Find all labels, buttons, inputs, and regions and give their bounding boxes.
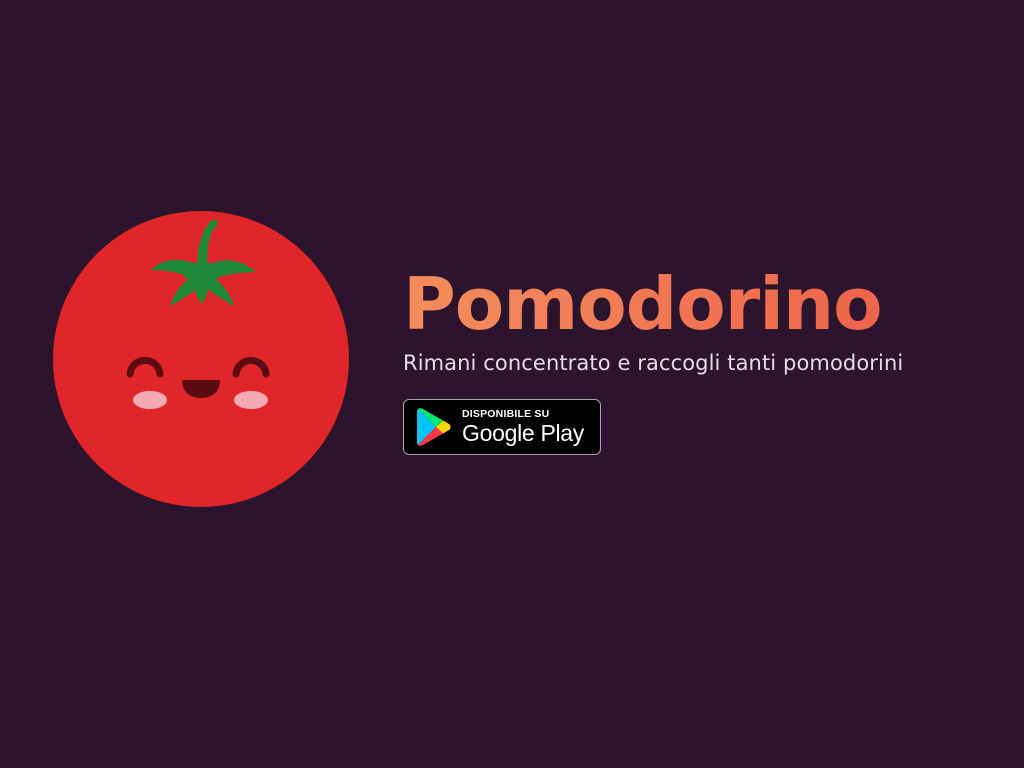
google-play-badge-button[interactable]: DISPONIBILE SU Google Play <box>403 399 601 455</box>
google-play-icon <box>417 408 451 446</box>
badge-text: DISPONIBILE SU Google Play <box>462 408 584 446</box>
hero-section: Pomodorino Rimani concentrato e raccogli… <box>403 262 1003 455</box>
left-cheek <box>133 391 167 409</box>
right-cheek <box>234 391 268 409</box>
app-tagline: Rimani concentrato e raccogli tanti pomo… <box>403 351 904 375</box>
badge-store-name: Google Play <box>462 420 584 446</box>
app-title: Pomodorino <box>403 262 1003 346</box>
tomato-mascot-icon <box>50 208 352 510</box>
landing-page: Pomodorino Rimani concentrato e raccogli… <box>0 0 1024 768</box>
badge-top-label: DISPONIBILE SU <box>462 408 550 420</box>
